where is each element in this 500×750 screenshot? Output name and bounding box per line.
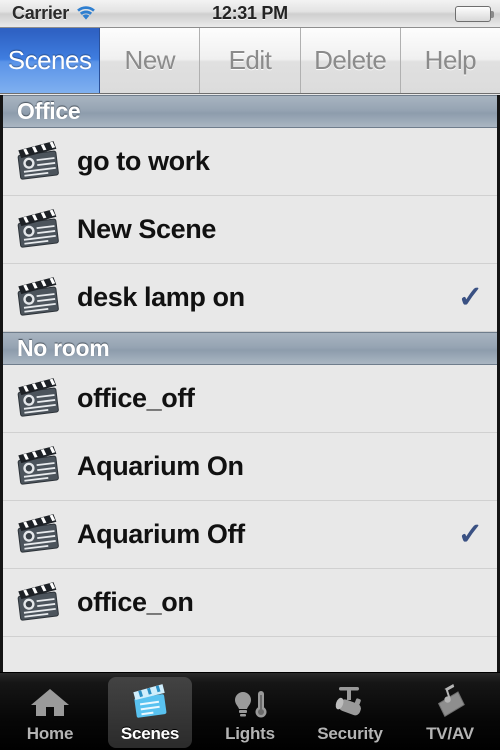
house-icon [27,682,73,722]
segment-delete[interactable]: Delete [300,28,401,93]
clapperboard-icon [13,580,65,626]
section-title: No room [17,335,110,361]
segment-label: Help [424,45,477,75]
segment-label: New [124,45,176,75]
clapperboard-icon [127,682,173,722]
segment-edit[interactable]: Edit [200,28,301,93]
carrier-label: Carrier [12,3,69,23]
clapperboard-icon [13,512,65,558]
tab-label: Security [317,724,383,743]
clapperboard-icon [13,376,65,422]
status-bar-right [455,5,500,22]
table-row[interactable]: go to work [3,128,497,196]
checkmark-icon: ✓ [457,280,483,314]
section-header-no-room: No room [3,332,497,365]
segment-label: Edit [228,45,272,75]
status-bar: Carrier 12:31 PM [0,0,500,28]
status-bar-left: Carrier [0,3,96,24]
tab-bar[interactable]: Home Scenes Lights Security TV/AV [0,672,500,750]
clapperboard-icon [13,275,65,321]
battery-icon [455,5,494,22]
checkmark-icon: ✓ [457,517,483,551]
tab-label: Scenes [120,724,180,743]
table-row[interactable]: Aquarium On [3,433,497,501]
section-title: Office [17,98,81,124]
section-header-office: Office [3,95,497,128]
scene-name: office_on [77,587,194,617]
scene-name: office_off [77,383,195,413]
clock-label: 12:31 PM [212,3,288,23]
table-row[interactable]: Aquarium Off ✓ [3,501,497,569]
scene-name: desk lamp on [77,282,245,312]
table-row[interactable]: office_on [3,569,497,637]
app-window: Carrier 12:31 PM Scenes New Edit Delete … [0,0,500,750]
tab-security[interactable]: Security [300,673,400,750]
security-camera-icon [327,682,373,722]
segment-help[interactable]: Help [400,28,500,93]
scene-name: Aquarium On [77,451,244,481]
segment-scenes[interactable]: Scenes [0,28,101,93]
scene-name: Aquarium Off [77,519,245,549]
table-row-empty [3,637,497,672]
table-row[interactable]: office_off [3,365,497,433]
segment-label: Scenes [7,45,92,75]
wifi-icon [76,6,96,21]
tab-label: TV/AV [426,724,474,743]
tab-home[interactable]: Home [0,673,100,750]
clapperboard-icon [13,139,65,185]
tab-label: Home [26,724,74,743]
lightbulb-thermometer-icon [227,682,273,722]
segmented-control[interactable]: Scenes New Edit Delete Help [0,28,500,94]
clapperboard-icon [13,444,65,490]
tab-lights[interactable]: Lights [200,673,300,750]
tab-tv-av[interactable]: TV/AV [400,673,500,750]
table-row[interactable]: desk lamp on ✓ [3,264,497,332]
tab-label: Lights [225,724,275,743]
clapperboard-icon [13,207,65,253]
segment-label: Delete [314,45,387,75]
scene-name: go to work [77,146,210,176]
scene-name: New Scene [77,214,216,244]
scenes-list[interactable]: Office go to work New Scene desk lamp on… [0,95,500,672]
table-row[interactable]: New Scene [3,196,497,264]
tab-scenes[interactable]: Scenes [100,673,200,750]
music-note-icon [427,682,473,722]
segment-new[interactable]: New [100,28,201,93]
